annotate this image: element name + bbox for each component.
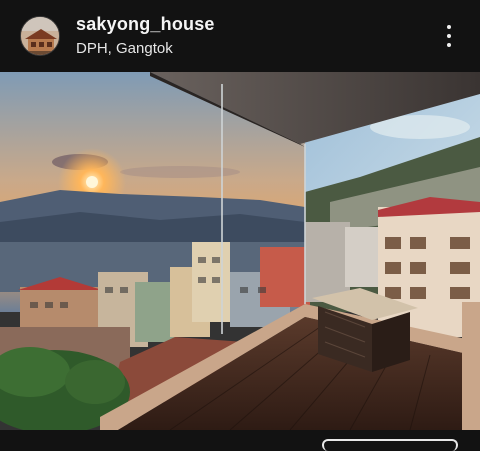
avatar[interactable]	[20, 16, 60, 56]
bottom-action-pill[interactable]	[322, 439, 458, 451]
balcony-view-image	[0, 72, 480, 430]
username[interactable]: sakyong_house	[76, 14, 215, 35]
post-photo[interactable]	[0, 72, 480, 430]
more-options-button[interactable]	[436, 20, 462, 52]
more-vertical-icon-dot	[447, 34, 451, 38]
more-vertical-icon	[447, 25, 451, 29]
post-header: sakyong_house DPH, Gangtok	[0, 0, 480, 72]
more-vertical-icon-dot	[447, 43, 451, 47]
location-tag[interactable]: DPH, Gangtok	[76, 40, 173, 57]
avatar-image	[21, 17, 59, 55]
